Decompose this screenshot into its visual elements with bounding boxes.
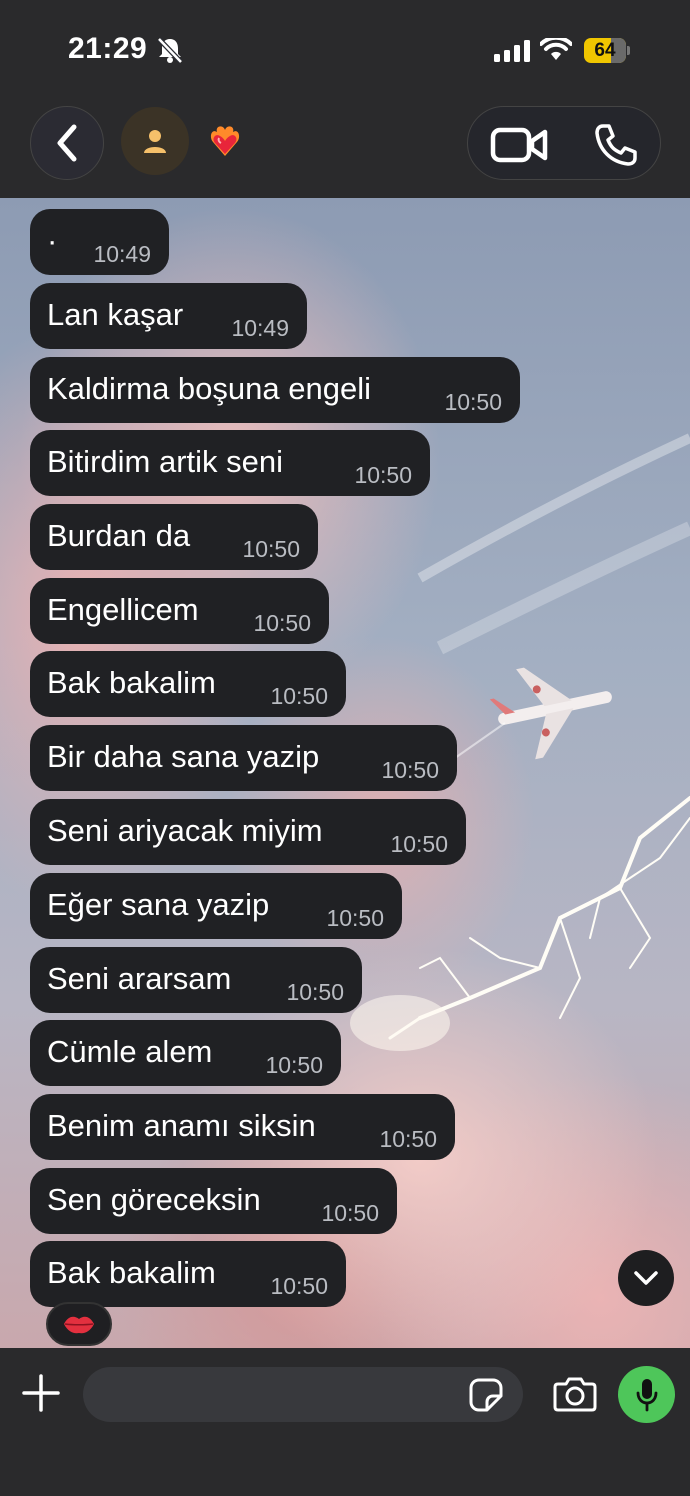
message-bubble[interactable]: Bir daha sana yazip 10:50	[30, 725, 457, 791]
plus-icon[interactable]	[22, 1374, 60, 1412]
message-time: 10:50	[286, 979, 344, 1005]
message-bubble[interactable]: Burdan da 10:50	[30, 504, 318, 570]
message-time: 10:50	[381, 757, 439, 783]
message-time: 10:50	[242, 536, 300, 562]
message-text: Kaldirma boşuna engeli	[47, 371, 371, 406]
scroll-to-bottom-button[interactable]	[618, 1250, 674, 1306]
cellular-signal-icon	[494, 40, 530, 62]
message-time: 10:50	[321, 1200, 379, 1226]
message-bubble[interactable]: Bak bakalim 10:50	[30, 1241, 346, 1307]
message-input[interactable]	[83, 1367, 523, 1422]
back-button[interactable]	[30, 106, 104, 180]
message-text: Eğer sana yazip	[47, 887, 270, 922]
message-time: 10:50	[265, 1052, 323, 1078]
microphone-icon	[636, 1378, 657, 1411]
message-time: 10:50	[270, 1273, 328, 1299]
message-text: Seni ariyacak miyim	[47, 813, 323, 848]
message-text: Seni ararsam	[47, 961, 232, 996]
message-text: Lan kaşar	[47, 297, 184, 332]
sticker-icon[interactable]	[469, 1378, 503, 1412]
message-time: 10:50	[270, 683, 328, 709]
phone-call-icon[interactable]	[594, 123, 638, 167]
reaction-badge[interactable]	[46, 1302, 112, 1346]
chevron-down-icon	[634, 1271, 658, 1285]
battery-indicator: 64	[584, 38, 630, 63]
person-icon	[144, 130, 166, 153]
message-time: 10:49	[231, 315, 289, 341]
status-bar: 21:29 64	[0, 0, 690, 100]
message-text: Burdan da	[47, 518, 191, 553]
message-text: ·	[47, 223, 58, 258]
message-bubble[interactable]: Seni ariyacak miyim 10:50	[30, 799, 466, 865]
message-bubble[interactable]: Benim anamı siksin 10:50	[30, 1094, 455, 1160]
message-text: Bak bakalim	[47, 1255, 216, 1290]
call-actions	[467, 106, 661, 180]
message-time: 10:50	[253, 610, 311, 636]
message-time: 10:50	[354, 462, 412, 488]
composer-bar	[0, 1348, 690, 1496]
message-time: 10:50	[390, 831, 448, 857]
video-call-icon[interactable]	[490, 127, 548, 163]
message-text: Benim anamı siksin	[47, 1108, 316, 1143]
message-time: 10:50	[379, 1126, 437, 1152]
message-bubble[interactable]: Bitirdim artik seni 10:50	[30, 430, 430, 496]
message-bubble[interactable]: Lan kaşar 10:49	[30, 283, 307, 349]
message-text: Bir daha sana yazip	[47, 739, 320, 774]
message-text: Sen göreceksin	[47, 1182, 261, 1217]
status-time: 21:29	[68, 32, 148, 65]
contact-name-emoji[interactable]	[207, 124, 243, 165]
bell-slash-icon	[157, 37, 183, 64]
message-bubble[interactable]: Sen göreceksin 10:50	[30, 1168, 397, 1234]
message-bubble[interactable]: Seni ararsam 10:50	[30, 947, 362, 1013]
message-text: Bak bakalim	[47, 665, 216, 700]
message-bubble[interactable]: Eğer sana yazip 10:50	[30, 873, 402, 939]
message-bubble[interactable]: · 10:49	[30, 209, 169, 275]
message-bubble[interactable]: Cümle alem 10:50	[30, 1020, 341, 1086]
message-time: 10:50	[326, 905, 384, 931]
message-text: Bitirdim artik seni	[47, 444, 283, 479]
message-list[interactable]: · 10:49 Lan kaşar 10:49 Kaldirma boşuna …	[0, 198, 690, 1348]
message-text: Cümle alem	[47, 1034, 213, 1069]
message-text: Engellicem	[47, 592, 199, 627]
heart-on-fire-icon	[210, 126, 240, 156]
kiss-lips-icon	[64, 1316, 94, 1334]
wifi-icon	[540, 38, 572, 60]
message-time: 10:49	[93, 241, 151, 267]
message-bubble[interactable]: Engellicem 10:50	[30, 578, 329, 644]
battery-level: 64	[594, 40, 616, 61]
message-bubble[interactable]: Kaldirma boşuna engeli 10:50	[30, 357, 520, 423]
chevron-left-icon	[57, 124, 77, 162]
message-time: 10:50	[444, 389, 502, 415]
avatar[interactable]	[121, 107, 189, 175]
chat-header	[0, 100, 690, 198]
camera-icon[interactable]	[553, 1376, 597, 1412]
voice-message-button[interactable]	[618, 1366, 675, 1423]
message-bubble[interactable]: Bak bakalim 10:50	[30, 651, 346, 717]
